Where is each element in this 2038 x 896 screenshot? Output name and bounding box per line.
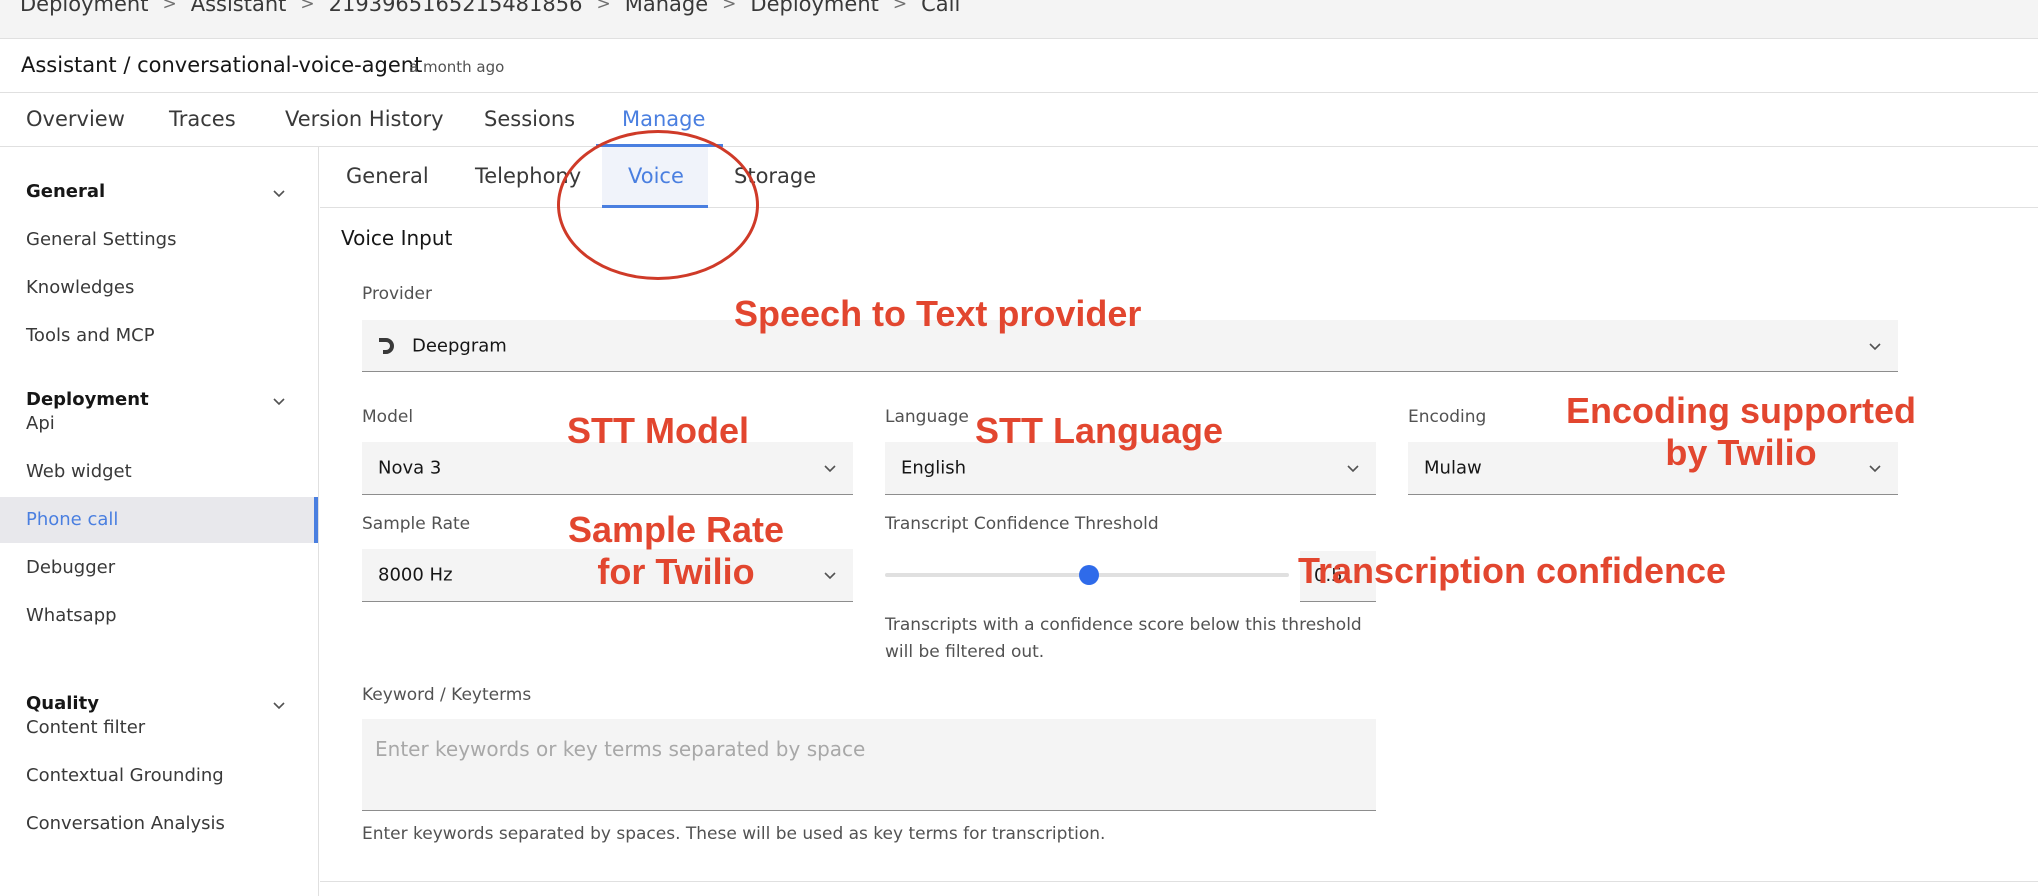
tab-overview[interactable]: Overview [26,107,125,131]
page-title: Assistant / conversational-voice-agent [21,53,423,77]
sidebar-item-conversation-analysis[interactable]: Conversation Analysis [0,801,318,847]
annotation-model: STT Model [567,410,749,451]
breadcrumb: Deployment > Assistant > 219396516521548… [20,0,960,16]
sidebar-item-api[interactable]: Api [0,401,318,447]
threshold-slider-thumb[interactable] [1079,565,1099,585]
annotation-language: STT Language [975,410,1224,451]
sidebar-item-contextual-grounding[interactable]: Contextual Grounding [0,753,318,799]
keywords-textarea[interactable]: Enter keywords or key terms separated by… [362,719,1376,811]
tab-traces[interactable]: Traces [169,107,236,131]
chevron-right-icon: > [722,0,737,14]
language-value: English [901,457,966,479]
chevron-down-icon [824,465,836,473]
breadcrumb-item[interactable]: 2193965165215481856 [329,0,583,16]
encoding-label: Encoding [1408,407,1487,427]
sidebar: General General Settings Knowledges Tool… [0,147,319,896]
annotation-sample-rate-line: for Twilio [597,551,755,592]
model-value: Nova 3 [378,457,442,479]
main-tabs: Overview Traces Version History Sessions… [0,93,2038,147]
tab-sessions[interactable]: Sessions [484,107,575,131]
breadcrumb-item[interactable]: Deployment [750,0,878,16]
provider-value: Deepgram [412,335,507,356]
subtab-general[interactable]: General [346,164,429,188]
sidebar-item-content-filter[interactable]: Content filter [0,705,318,751]
sample-rate-label: Sample Rate [362,514,471,534]
keywords-label: Keyword / Keyterms [362,685,532,705]
annotation-sample-rate: Sample Rate for Twilio [549,509,803,593]
sidebar-item-general-settings[interactable]: General Settings [0,217,318,263]
chevron-right-icon: > [300,0,315,14]
annotation-encoding-line: Encoding supported [1566,390,1916,431]
breadcrumb-item[interactable]: Assistant [191,0,287,16]
breadcrumb-item[interactable]: Deployment [20,0,148,16]
keywords-placeholder: Enter keywords or key terms separated by… [375,737,866,761]
annotation-encoding: Encoding supported by Twilio [1560,390,1922,474]
threshold-label: Transcript Confidence Threshold [885,514,1159,534]
chevron-down-icon [1869,342,1881,350]
annotation-provider: Speech to Text provider [734,293,1142,334]
deepgram-logo-icon [379,337,394,354]
sample-rate-value: 8000 Hz [378,564,453,586]
encoding-value: Mulaw [1424,457,1482,479]
voice-input-title: Voice Input [341,226,453,250]
threshold-helper-text: Transcripts with a confidence score belo… [885,615,1362,662]
sidebar-item-debugger[interactable]: Debugger [0,545,318,591]
sidebar-group-general[interactable]: General [26,181,105,202]
voice-tab-highlight-circle [557,130,759,280]
breadcrumb-item[interactable]: Call [921,0,960,16]
divider [320,881,2038,882]
chevron-right-icon: > [162,0,177,14]
sidebar-item-tools-and-mcp[interactable]: Tools and MCP [0,313,318,359]
tab-manage[interactable]: Manage [622,107,705,131]
model-label: Model [362,407,414,427]
sidebar-item-web-widget[interactable]: Web widget [0,449,318,495]
breadcrumb-bar: Deployment > Assistant > 219396516521548… [0,0,2038,39]
annotation-sample-rate-line: Sample Rate [567,509,785,550]
provider-label: Provider [362,284,432,304]
keywords-helper-text: Enter keywords separated by spaces. Thes… [362,824,1106,844]
chevron-down-icon [1347,465,1359,473]
sidebar-item-whatsapp[interactable]: Whatsapp [0,593,318,639]
sidebar-item-knowledges[interactable]: Knowledges [0,265,318,311]
chevron-right-icon: > [596,0,611,14]
sidebar-item-phone-call[interactable]: Phone call [0,497,318,543]
updated-timestamp: a month ago [409,58,505,76]
breadcrumb-item[interactable]: Manage [625,0,708,16]
page-header: Assistant / conversational-voice-agent a… [0,39,2038,93]
chevron-right-icon: > [892,0,908,14]
language-label: Language [885,407,969,427]
chevron-down-icon[interactable] [270,184,288,202]
tab-version-history[interactable]: Version History [285,107,444,131]
chevron-down-icon [824,572,836,580]
annotation-confidence: Transcription confidence [1298,550,1727,591]
annotation-encoding-line: by Twilio [1665,432,1817,473]
